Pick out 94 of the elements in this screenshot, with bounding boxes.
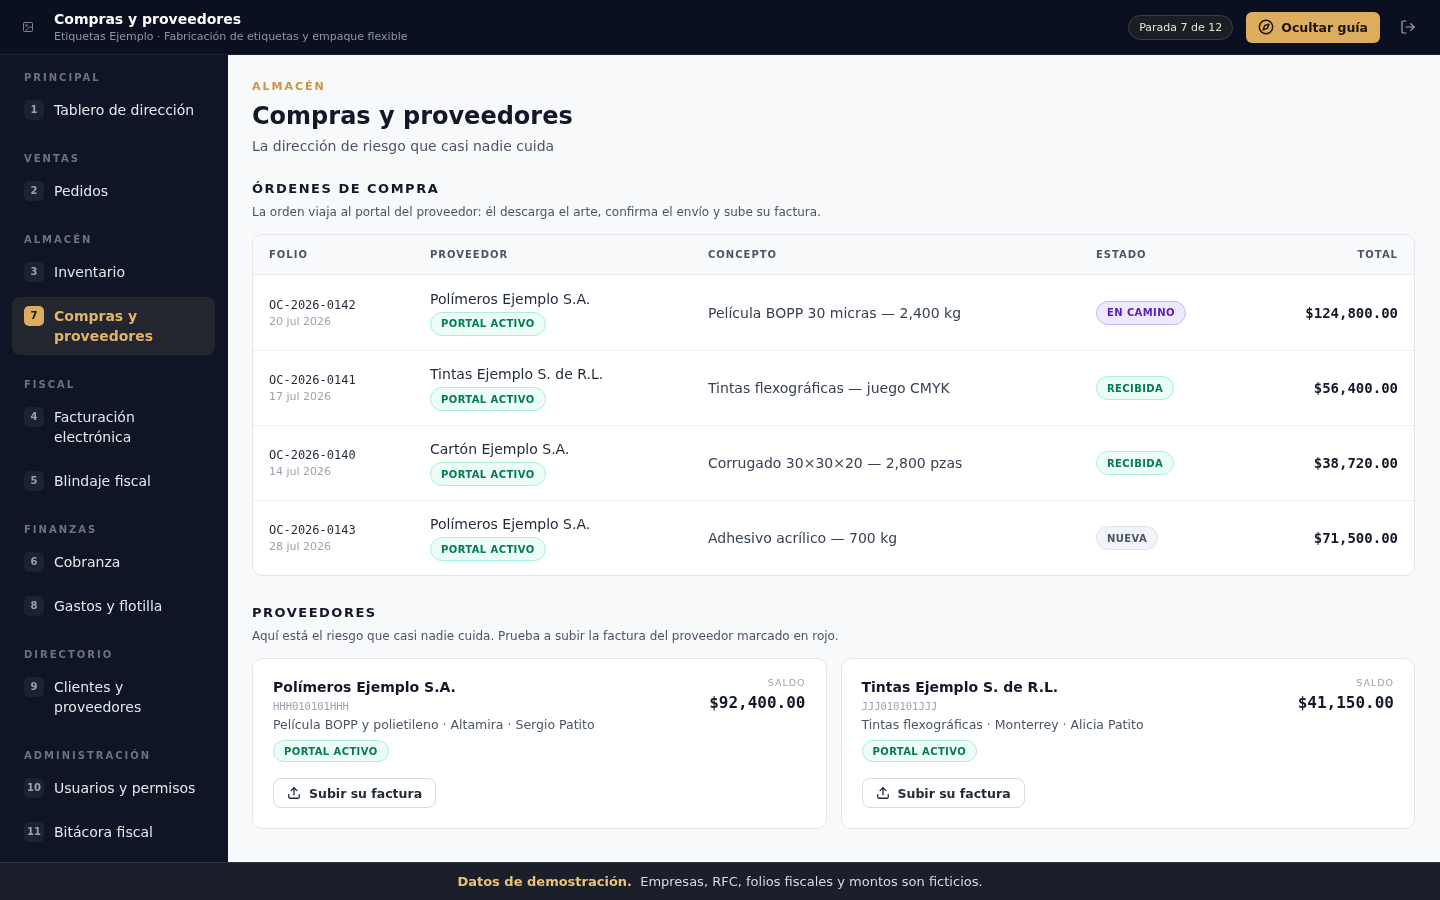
nav-number-badge: 4 [24, 407, 44, 427]
concept-text: Película BOPP 30 micras — 2,400 kg [708, 304, 962, 321]
nav-section-label: FINANZAS [24, 523, 98, 537]
date-text: 28 jul 2026 [269, 540, 332, 554]
supplier-details: Película BOPP y polietileno · Altamira · Sergio Patito [273, 716, 595, 734]
portal-status-badge: PORTAL ACTIVO [430, 537, 546, 561]
nav-section-label: FISCAL [24, 378, 76, 392]
step-indicator: Parada 7 de 12 [1128, 14, 1234, 40]
balance-label: SALDO [767, 676, 806, 690]
page-title: Compras y proveedores [252, 101, 573, 131]
section-description: Aquí está el riesgo que casi nadie cuida. Prueba a subir la factura del proveedor marcado en rojo. [252, 628, 839, 644]
rfc-text: JJJ010101JJJ [861, 699, 938, 713]
nav-number-badge: 3 [24, 262, 44, 282]
nav-item[interactable]: 2 Pedidos [12, 172, 215, 210]
nav-item[interactable]: 5 Blindaje fiscal [12, 462, 215, 500]
nav-number-badge: 7 [24, 306, 44, 326]
section-description: La orden viaja al portal del proveedor: él descarga el arte, confirma el envío y sube su factura. [252, 204, 821, 220]
nav-number-badge: 9 [24, 677, 44, 697]
supplier-details: Tintas flexográficas · Monterrey · Alicia Patito [861, 716, 1144, 734]
nav-number-badge: 8 [24, 596, 44, 616]
total-amount: $38,720.00 [1313, 455, 1398, 471]
logout-button[interactable] [1400, 19, 1416, 35]
column-header: TOTAL [1357, 249, 1398, 260]
concept-text: Corrugado 30×30×20 — 2,800 pzas [708, 455, 963, 471]
nav-number-badge: 2 [24, 181, 44, 201]
balance-amount: $92,400.00 [709, 692, 806, 714]
order-status-badge: RECIBIDA [1096, 451, 1175, 475]
upload-invoice-button[interactable]: Subir su factura [273, 778, 437, 808]
order-status-badge: RECIBIDA [1096, 376, 1175, 400]
balance-label: SALDO [1356, 676, 1394, 690]
total-amount: $71,500.00 [1313, 530, 1398, 546]
column-header: FOLIO [269, 249, 308, 260]
balance-amount: $41,150.00 [1297, 692, 1394, 714]
nav-number-badge: 5 [24, 471, 44, 491]
date-text: 14 jul 2026 [269, 465, 332, 479]
upload-icon [875, 786, 890, 800]
nav-item[interactable]: 8 Gastos y flotilla [12, 587, 215, 625]
supplier-name: Tintas Ejemplo S. de R.L. [861, 678, 1059, 697]
total-amount: $56,400.00 [1313, 380, 1398, 396]
supplier-name: Cartón Ejemplo S.A. [430, 440, 570, 458]
section-title: ÓRDENES DE COMPRA [252, 180, 440, 198]
nav-item[interactable]: 3 Inventario [12, 253, 215, 291]
portal-status-badge: PORTAL ACTIVO [861, 740, 978, 762]
concept-text: Adhesivo acrílico — 700 kg [708, 530, 898, 546]
date-text: 20 jul 2026 [269, 314, 332, 329]
nav-item[interactable]: 10 Usuarios y permisos [12, 769, 215, 807]
column-header: PROVEEDOR [430, 249, 509, 260]
column-header: ESTADO [1096, 249, 1147, 260]
portal-status-badge: PORTAL ACTIVO [273, 740, 389, 762]
page-eyebrow: ALMACÉN [252, 80, 326, 94]
order-status-badge: EN CAMINO [1096, 300, 1186, 325]
nav-number-badge: 6 [24, 552, 44, 572]
image-icon [22, 21, 34, 33]
folio-text: OC-2026-0140 [269, 447, 356, 463]
rfc-text: HHH010101HHH [273, 699, 349, 713]
folio-text: OC-2026-0143 [269, 522, 356, 538]
nav-number-badge: 11 [24, 822, 44, 842]
nav-section-label: PRINCIPAL [24, 71, 101, 85]
total-amount: $124,800.00 [1305, 304, 1398, 321]
app-subtitle: Etiquetas Ejemplo · Fabricación de etiquetas y empaque flexible [54, 29, 408, 44]
nav-item[interactable]: 1 Tablero de dirección [12, 91, 215, 129]
folio-text: OC-2026-0142 [269, 296, 356, 313]
nav-section-label: ADMINISTRACIÓN [24, 749, 152, 763]
order-status-badge: NUEVA [1096, 526, 1159, 550]
supplier-name: Tintas Ejemplo S. de R.L. [430, 365, 604, 383]
upload-invoice-button[interactable]: Subir su factura [861, 778, 1025, 808]
nav-section-label: DIRECTORIO [24, 648, 114, 662]
supplier-name: Polímeros Ejemplo S.A. [430, 289, 591, 308]
nav-item[interactable]: 7 Compras y proveedores [12, 297, 215, 355]
column-header: CONCEPTO [708, 249, 778, 260]
nav-item[interactable]: 9 Clientes y proveedores [12, 668, 215, 726]
logout-icon [1400, 19, 1416, 35]
supplier-name: Polímeros Ejemplo S.A. [273, 678, 456, 697]
app-title: Compras y proveedores [54, 10, 242, 28]
nav-item[interactable]: 6 Cobranza [12, 543, 215, 581]
portal-status-badge: PORTAL ACTIVO [430, 462, 546, 486]
portal-status-badge: PORTAL ACTIVO [430, 387, 546, 411]
page-subtitle: La dirección de riesgo que casi nadie cuida [252, 137, 555, 156]
portal-status-badge: PORTAL ACTIVO [430, 311, 546, 336]
nav-number-badge: 10 [24, 778, 44, 798]
nav-section-label: ALMACÉN [24, 233, 93, 247]
nav-section-label: VENTAS [24, 152, 80, 166]
upload-icon [287, 786, 301, 800]
section-title: PROVEEDORES [252, 604, 377, 622]
folio-text: OC-2026-0141 [269, 372, 356, 388]
nav-item[interactable]: 11 Bitácora fiscal [12, 813, 215, 851]
nav-number-badge: 1 [24, 100, 44, 120]
nav-item[interactable]: 4 Facturación electrónica [12, 398, 215, 456]
concept-text: Tintas flexográficas — juego CMYK [708, 380, 950, 396]
date-text: 17 jul 2026 [269, 390, 332, 404]
demo-notice: Datos de demostración. Empresas, RFC, folios fiscales y montos son ficticios. [457, 874, 983, 889]
hide-guide-button[interactable]: Ocultar guía [1246, 11, 1380, 43]
supplier-name: Polímeros Ejemplo S.A. [430, 515, 591, 533]
compass-icon [1258, 19, 1275, 35]
